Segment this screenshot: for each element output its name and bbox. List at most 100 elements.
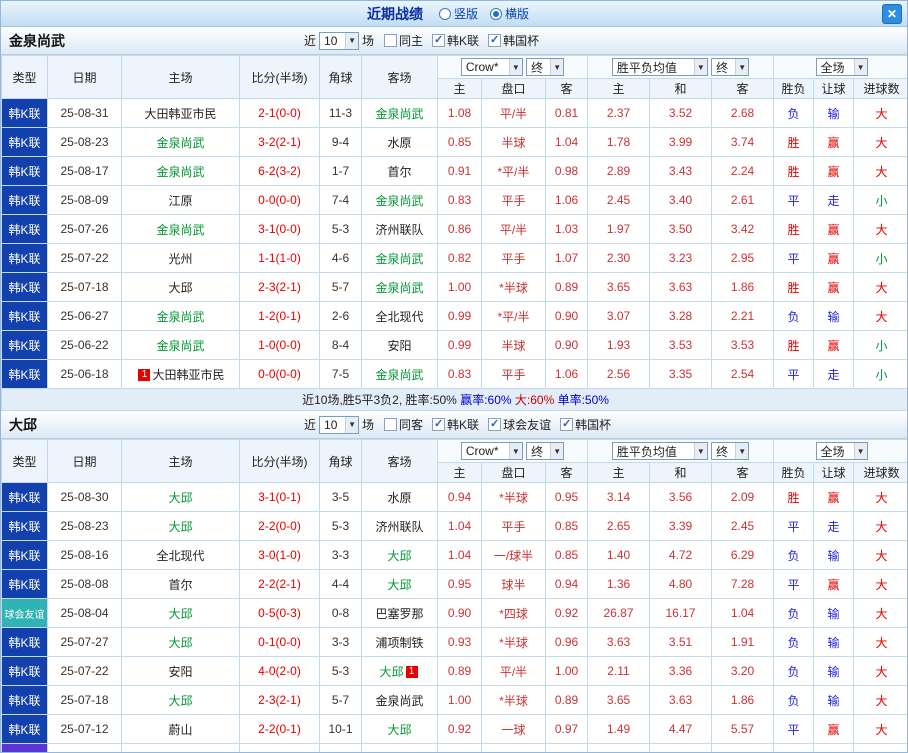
date-cell: 25-08-08 [47,569,122,599]
score-cell: 0-0(0-0) [239,359,320,389]
result-wdl: 平 [773,243,815,273]
asian-home-odds: 0.95 [437,569,482,599]
result-wdl: 负 [773,685,815,715]
wdl-average-select[interactable]: 胜平负均值 ▼ [611,58,708,76]
select-value: 全场 [820,60,845,75]
asian-away-odds: 0.95 [545,482,588,512]
dropdown-arrow-icon: ▼ [735,59,749,75]
team-name-text: 全北现代 [156,548,205,563]
asian-handicap: 平手 [481,243,546,273]
asia-final-select[interactable]: 终 ▼ [526,58,565,76]
filter-checkbox[interactable] [384,34,398,47]
column-header: 主 [587,462,650,483]
odds-provider-select[interactable]: Crow* ▼ [460,58,523,76]
euro-home-odds: 1.78 [587,127,650,157]
filter-checkbox[interactable]: ✓ [432,34,446,47]
asian-handicap: *半球 [481,685,546,715]
layout-radio-horizontal[interactable]: 横版 [490,5,529,22]
euro-away-odds: 1.04 [710,598,775,628]
summary-row: 近10场,胜5平3负2, 胜率:50% 赢率:60% 大:60% 单率:50% [1,388,907,411]
result-wdl: 平 [773,714,815,744]
column-header: 和 [649,462,712,483]
team-name-text: 大邱 [168,635,193,650]
wdl-average-select[interactable]: 胜平负均值 ▼ [611,442,708,460]
asian-away-odds: 0.92 [545,598,588,628]
away-team-cell: 江原 [361,743,438,752]
euro-away-odds: 2.24 [710,156,775,186]
asian-away-odds: 0.90 [545,301,588,331]
matches-table: 类型 日期 主场 比分(半场) 角球 客场 Crow* ▼ 终 ▼ 胜平负均值 ▼ 终 ▼ 全场 ▼ 主盘口… [1,55,907,411]
score-cell: 3-2(2-1) [239,127,320,157]
games-label: 场 [362,418,375,432]
euro-away-odds: 2.21 [710,301,775,331]
column-header: 客场 [361,439,438,483]
corner-cell: 3-3 [319,540,362,570]
recent-count-select[interactable]: 10 ▼ [319,415,360,434]
select-value: Crow* [465,444,499,458]
column-header: 胜负 [773,462,815,483]
result-wdl: 平 [773,359,815,389]
away-team-cell: 水原 [361,127,438,157]
filter-checkbox[interactable]: ✓ [488,34,502,47]
filter-checkbox[interactable]: ✓ [560,418,574,431]
column-header: 类型 [1,55,48,99]
asian-home-odds: 0.90 [437,598,482,628]
asian-handicap: 平手 [481,359,546,389]
euro-away-odds: 3.42 [710,214,775,244]
score-cell: 2-2(0-1) [239,714,320,744]
league-cell: 韩K联 [1,540,48,570]
result-wdl: 胜 [773,330,815,360]
result-wdl: 胜 [773,482,815,512]
recent-count-select[interactable]: 10 ▼ [319,31,360,50]
filter-checkbox[interactable]: ✓ [488,418,502,431]
corner-cell: 9-4 [319,127,362,157]
score-cell: 1-2(0-1) [239,301,320,331]
close-button[interactable]: ✕ [882,4,902,24]
dropdown-arrow-icon: ▼ [693,443,707,459]
close-icon: ✕ [886,7,898,21]
corner-cell: 5-7 [319,685,362,715]
europe-final-select[interactable]: 终 ▼ [711,442,750,460]
asian-away-odds: 0.98 [545,156,588,186]
result-wdl: 平 [773,185,815,215]
result-handicap: 赢 [813,569,855,599]
asian-away-odds: 0.89 [545,272,588,302]
asian-away-odds: 0.90 [545,330,588,360]
odds-provider-select[interactable]: Crow* ▼ [460,442,523,460]
filter-checkbox[interactable]: ✓ [432,418,446,431]
europe-final-select[interactable]: 终 ▼ [711,58,750,76]
asian-handicap: *平/半 [481,156,546,186]
select-value: 胜平负均值 [616,60,677,75]
team-name-text: 江原 [168,193,193,208]
score-cell: 3-0(1-0) [239,540,320,570]
select-value: 终 [716,60,729,75]
corner-cell: 5-3 [319,214,362,244]
asian-away-odds: 0.97 [545,714,588,744]
date-cell: 25-08-30 [47,482,122,512]
euro-draw-odds: 4.47 [649,714,712,744]
layout-radio-vertical[interactable]: 竖版 [438,5,478,22]
date-cell: 25-07-27 [47,627,122,657]
home-team-cell: 大邱 [121,511,240,541]
score-cell: 0-0(0-0) [239,185,320,215]
column-header: 客 [710,78,775,99]
full-match-select[interactable]: 全场 ▼ [815,442,868,460]
team-name-text: 浦项制铁 [375,635,424,650]
result-handicap: 输 [813,301,855,331]
select-value: 终 [531,444,544,459]
sections-container: 金泉尚武近 10 ▼ 场同主 ✓ 韩K联 ✓ 韩国杯 类型 日期 主场 比分(半场) 角球 客场 Crow*… [1,27,907,752]
asian-away-odds: 1.06 [545,185,588,215]
column-header: 比分(半场) [239,55,320,99]
home-team-cell: 大邱 [121,743,240,752]
filter-checkbox[interactable] [384,418,398,431]
result-handicap: 赢 [813,272,855,302]
score-cell: 4-0(2-0) [239,656,320,686]
asia-final-select[interactable]: 终 ▼ [526,442,565,460]
dialog-titlebar: 近期战绩 竖版 横版 ✕ [1,1,907,27]
radio-icon [490,7,502,20]
home-team-cell: 金泉尚武 [121,156,240,186]
asian-handicap: 平手 [481,185,546,215]
full-match-select[interactable]: 全场 ▼ [815,58,868,76]
corner-cell: 10-1 [319,714,362,744]
date-cell: 25-08-17 [47,156,122,186]
